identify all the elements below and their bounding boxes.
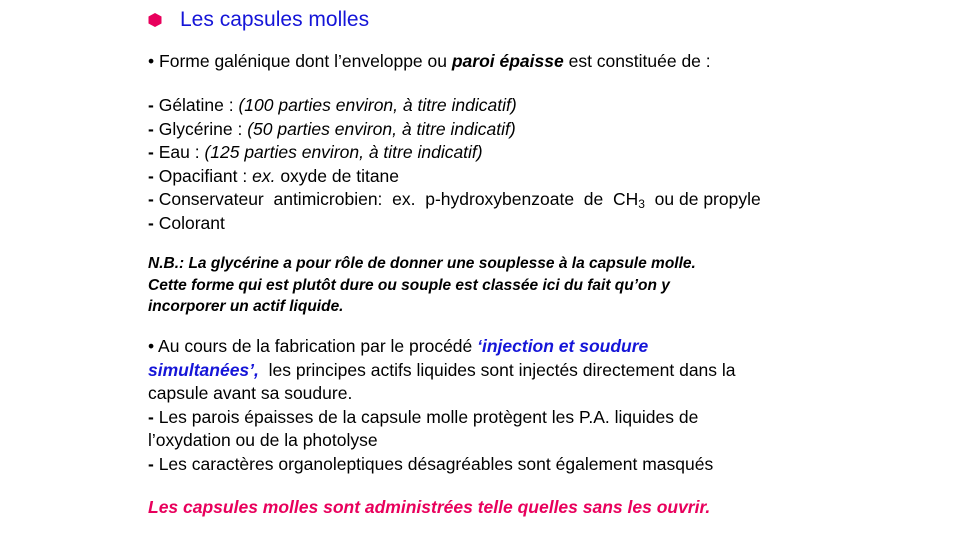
component-detail: (100 parties environ, à titre indicatif)	[238, 95, 517, 115]
list-item: - Glycérine : (50 parties environ, à tit…	[148, 118, 828, 142]
dash: -	[148, 95, 154, 115]
nb-line: incorporer un actif liquide.	[148, 298, 344, 315]
title-row: Les capsules molles	[148, 6, 369, 34]
list-item: - Opacifiant : ex. oxyde de titane	[148, 165, 828, 189]
slide: Les capsules molles • Forme galénique do…	[0, 0, 960, 540]
fabrication-paragraph: • Au cours de la fabrication par le proc…	[148, 335, 818, 476]
slide-title: Les capsules molles	[180, 8, 370, 31]
nb-line: N.B.: La glycérine a pour rôle de donner…	[148, 255, 696, 272]
dash: -	[148, 142, 154, 162]
components-list: - Gélatine : (100 parties environ, à tit…	[148, 94, 828, 235]
fab-text: Au cours de la fabrication par le procéd…	[158, 336, 478, 356]
component-detail: oxyde de titane	[275, 165, 400, 186]
component-detail: (125 parties environ, à titre indicatif)	[204, 142, 483, 162]
process-name: ‘injection et soudure	[477, 336, 649, 356]
fab-text: Les parois épaisses de la capsule molle …	[158, 406, 699, 427]
dash: -	[148, 165, 154, 186]
fab-line: - Les parois épaisses de la capsule moll…	[148, 406, 818, 430]
bullet-icon: •	[148, 336, 155, 356]
component-detail-italic: ex.	[252, 165, 276, 186]
dash: -	[148, 189, 154, 209]
process-name: simultanées’,	[148, 359, 259, 380]
component-name: Colorant	[158, 212, 225, 233]
fab-text: les principes actifs liquides sont injec…	[258, 359, 736, 380]
component-name: Gélatine :	[158, 95, 239, 115]
intro-text-end: est constituée de :	[563, 51, 711, 71]
subscript: 3	[638, 197, 645, 211]
fab-line: - Les caractères organoleptiques désagré…	[148, 453, 818, 477]
intro-emphasis: paroi épaisse	[451, 51, 564, 71]
hexagon-bullet-icon	[148, 13, 162, 27]
component-name: Eau :	[158, 142, 205, 162]
fab-line: • Au cours de la fabrication par le proc…	[148, 335, 818, 359]
conclusion: Les capsules molles sont administrées te…	[148, 497, 711, 517]
dash: -	[148, 453, 154, 474]
nb-note: N.B.: La glycérine a pour rôle de donner…	[148, 253, 828, 318]
nb-line: Cette forme qui est plutôt dure ou soupl…	[148, 276, 670, 294]
intro-text: Forme galénique dont l’enveloppe ou	[159, 51, 452, 71]
fab-text: Les caractères organoleptiques désagréab…	[158, 453, 714, 474]
bullet-icon: •	[148, 51, 155, 71]
component-name: Opacifiant :	[158, 165, 253, 186]
component-name: Glycérine :	[158, 118, 248, 139]
dash: -	[148, 212, 154, 233]
dash: -	[148, 118, 154, 139]
fab-line: capsule avant sa soudure.	[148, 383, 353, 403]
dash: -	[148, 406, 154, 427]
component-name: Conservateur antimicrobien: ex. p-hydrox…	[158, 189, 639, 209]
fab-line: simultanées’, les principes actifs liqui…	[148, 359, 818, 383]
list-item: - Colorant	[148, 212, 828, 236]
list-item: - Eau : (125 parties environ, à titre in…	[148, 141, 828, 165]
component-detail: ou de propyle	[644, 189, 761, 209]
fab-line: l’oxydation ou de la photolyse	[148, 430, 378, 450]
list-item: - Conservateur antimicrobien: ex. p-hydr…	[148, 188, 828, 212]
component-detail: (50 parties environ, à titre indicatif)	[247, 118, 516, 139]
intro-paragraph: • Forme galénique dont l’enveloppe ou pa…	[148, 50, 828, 74]
list-item: - Gélatine : (100 parties environ, à tit…	[148, 94, 828, 118]
